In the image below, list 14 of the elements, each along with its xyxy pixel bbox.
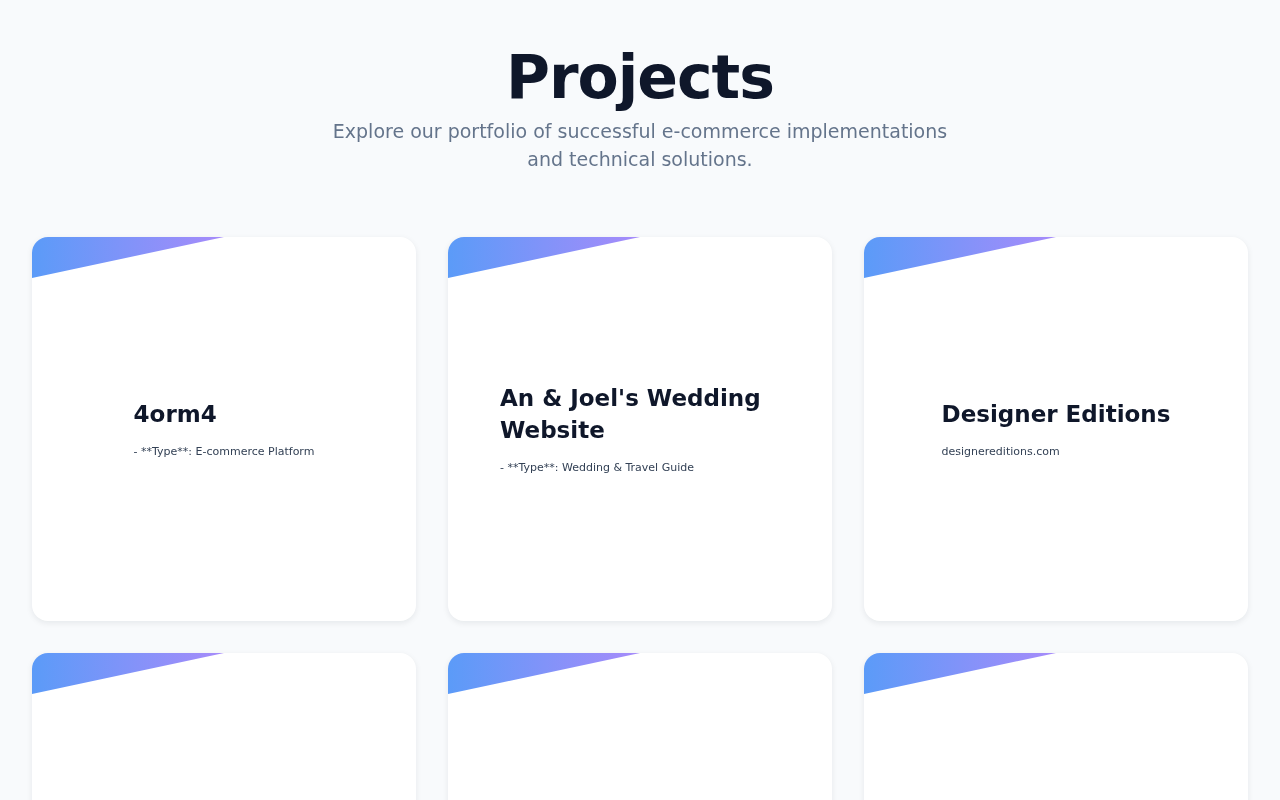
- corner-accent-icon: [864, 237, 1056, 280]
- page-title: Projects: [505, 44, 775, 110]
- project-title: Designer Editions: [941, 399, 1171, 429]
- corner-accent-icon: [864, 653, 1056, 696]
- corner-accent-icon: [448, 237, 640, 280]
- corner-accent-icon: [448, 653, 640, 696]
- project-detail: designereditions.com: [941, 443, 1061, 460]
- project-detail: - **Type**: E-commerce Platform: [133, 443, 315, 460]
- corner-accent-icon: [32, 653, 224, 696]
- project-title: 4orm4: [133, 399, 218, 429]
- page-subtitle: Explore our portfolio of successful e-commerce implementations and technical solutions.: [331, 119, 949, 172]
- corner-accent-icon: [32, 237, 224, 280]
- project-detail: - **Type**: Wedding & Travel Guide: [500, 460, 695, 477]
- project-title: An & Joel's Wedding Website: [500, 383, 762, 445]
